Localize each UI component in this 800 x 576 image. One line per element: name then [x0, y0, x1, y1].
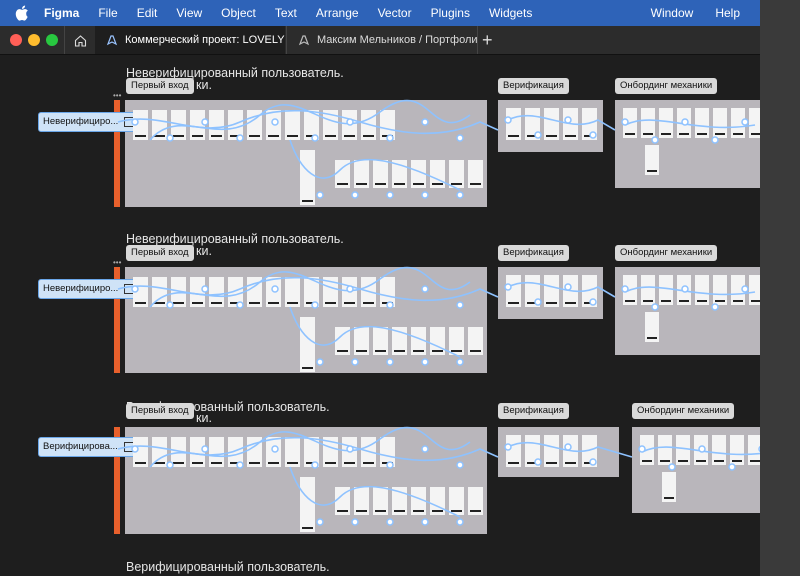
frame-label-first-entry[interactable]: Первый вход [126, 403, 194, 419]
section-dots: ••• [113, 258, 122, 267]
menu-file[interactable]: File [98, 6, 117, 20]
frame-label-onboarding[interactable]: Онбординг механики [615, 245, 718, 261]
frame-label-verification[interactable]: Верификация [498, 403, 569, 419]
frame-icon [123, 442, 134, 452]
menu-edit[interactable]: Edit [137, 6, 158, 20]
flow-start-label: Неверифициро... [43, 283, 119, 294]
draft-icon [298, 35, 310, 46]
frame-verification[interactable] [498, 267, 603, 319]
menu-vector[interactable]: Vector [378, 6, 412, 20]
draft-icon [106, 35, 118, 46]
frame-label-onboarding[interactable]: Онбординг механики [632, 403, 735, 419]
frame-label-verification[interactable]: Верификация [498, 78, 569, 94]
section-title: Неверифицированный пользователь. [126, 232, 344, 246]
close-window-button[interactable] [10, 34, 22, 46]
frame-icon [124, 117, 135, 127]
frame-verification[interactable] [498, 427, 619, 477]
menu-object[interactable]: Object [221, 6, 256, 20]
home-tab[interactable] [64, 26, 96, 54]
new-tab-button[interactable]: + [482, 30, 493, 50]
minimize-window-button[interactable] [28, 34, 40, 46]
menu-plugins[interactable]: Plugins [431, 6, 470, 20]
section-title: Верифицированный пользователь. [126, 560, 330, 574]
menu-widgets[interactable]: Widgets [489, 6, 532, 20]
menu-text[interactable]: Text [275, 6, 297, 20]
frame-first-entry[interactable] [125, 267, 487, 373]
menu-window[interactable]: Window [651, 6, 694, 20]
figma-window: Figma File Edit View Object Text Arrange… [0, 0, 760, 576]
frame-first-entry[interactable] [125, 427, 487, 534]
frame-onboarding[interactable] [632, 427, 760, 513]
menu-arrange[interactable]: Arrange [316, 6, 359, 20]
tab-portfolio[interactable]: Максим Мельников / Портфолио (Cт [286, 26, 478, 54]
frame-label-verification[interactable]: Верификация [498, 245, 569, 261]
flow-start-pill[interactable]: Неверифициро... [38, 279, 140, 299]
frame-onboarding[interactable] [615, 267, 760, 355]
menu-bar: Figma File Edit View Object Text Arrange… [0, 0, 760, 26]
frame-icon [124, 284, 135, 294]
tab-commercial-project[interactable]: Коммерческий проект: LOVELY ✕ [95, 26, 285, 54]
frame-onboarding[interactable] [615, 100, 760, 188]
menu-help[interactable]: Help [715, 6, 740, 20]
tab-label: Максим Мельников / Портфолио (Cт [317, 34, 478, 46]
section-title-line2: ки. [196, 411, 212, 425]
flow-start-label: Неверифициро... [43, 116, 119, 127]
section-title-line2: ки. [196, 244, 212, 258]
flow-start-label: Верифицирова... [43, 441, 118, 452]
flow-start-pill[interactable]: Верифицирова... [38, 437, 139, 457]
menu-view[interactable]: View [176, 6, 202, 20]
frame-label-onboarding[interactable]: Онбординг механики [615, 78, 718, 94]
frame-first-entry[interactable] [125, 100, 487, 207]
tab-bar: Коммерческий проект: LOVELY ✕ Максим Мел… [0, 26, 760, 55]
frame-label-first-entry[interactable]: Первый вход [126, 78, 194, 94]
apple-icon[interactable] [14, 5, 30, 21]
design-canvas[interactable]: Неверифицированный пользователь. ки. Пер… [0, 55, 760, 576]
section-dots: ••• [113, 91, 122, 100]
menu-app-name[interactable]: Figma [44, 6, 79, 20]
home-icon [74, 34, 86, 47]
tab-label: Коммерческий проект: LOVELY [125, 34, 285, 46]
flow-start-pill[interactable]: Неверифициро... [38, 112, 140, 132]
zoom-window-button[interactable] [46, 34, 58, 46]
frame-label-first-entry[interactable]: Первый вход [126, 245, 194, 261]
frame-verification[interactable] [498, 100, 603, 152]
section-title-line2: ки. [196, 78, 212, 92]
